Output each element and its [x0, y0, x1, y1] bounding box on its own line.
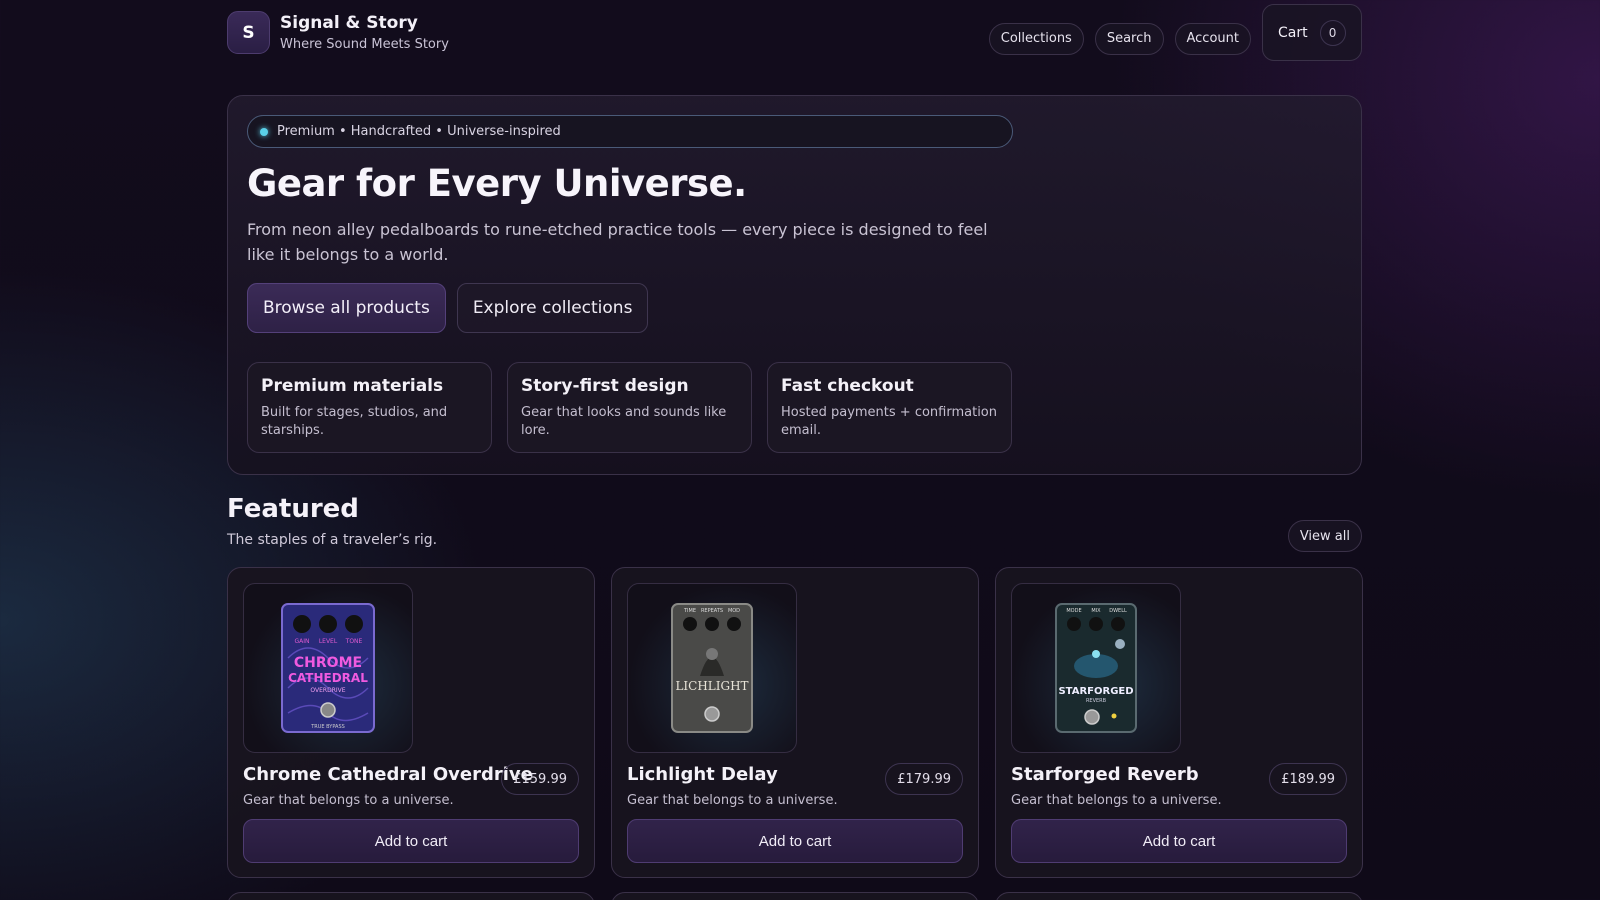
- add-to-cart-button[interactable]: Add to cart: [1011, 819, 1347, 863]
- product-name[interactable]: Lichlight Delay: [627, 764, 778, 785]
- status-dot-icon: [260, 127, 268, 136]
- hero-badge: Premium • Handcrafted • Universe-inspire…: [247, 115, 1013, 148]
- product-card: [611, 892, 979, 900]
- explore-collections-button[interactable]: Explore collections: [456, 283, 649, 333]
- svg-text:LICHLIGHT: LICHLIGHT: [675, 679, 748, 693]
- main-nav: Collections Search Account Cart 0: [988, 4, 1362, 61]
- svg-text:REVERB: REVERB: [1086, 698, 1107, 704]
- svg-text:MIX: MIX: [1091, 608, 1101, 614]
- brand-name[interactable]: Signal & Story: [280, 13, 418, 33]
- brand-tagline: Where Sound Meets Story: [280, 37, 449, 52]
- view-all-button[interactable]: View all: [1287, 520, 1362, 552]
- price-badge: £189.99: [1269, 763, 1347, 795]
- svg-text:CHROME: CHROME: [294, 655, 362, 671]
- product-card: GAIN LEVEL TONE CHROME CATHEDRAL OVERDRI…: [227, 567, 595, 878]
- feature-title: Fast checkout: [781, 376, 914, 396]
- logo-badge[interactable]: S: [227, 11, 270, 54]
- hero-panel: Premium • Handcrafted • Universe-inspire…: [227, 95, 1362, 475]
- product-image[interactable]: TIME REPEATS MOD LICHLIGHT: [627, 583, 797, 753]
- feature-card: Fast checkout Hosted payments + confirma…: [767, 362, 1012, 453]
- product-image[interactable]: MODE MIX DWELL STARFORGED REVERB: [1011, 583, 1181, 753]
- product-card: MODE MIX DWELL STARFORGED REVERB Starfor…: [995, 567, 1363, 878]
- product-tagline: Gear that belongs to a universe.: [1011, 793, 1222, 808]
- price-badge: £159.99: [501, 763, 579, 795]
- feature-list: Premium materials Built for stages, stud…: [247, 362, 1342, 453]
- feature-card: Story-first design Gear that looks and s…: [507, 362, 752, 453]
- cart-count-badge: 0: [1319, 19, 1346, 46]
- page: S Signal & Story Where Sound Meets Story…: [227, 0, 1363, 900]
- feature-title: Story-first design: [521, 376, 689, 396]
- feature-description: Gear that looks and sounds like lore.: [521, 405, 727, 438]
- add-to-cart-button[interactable]: Add to cart: [243, 819, 579, 863]
- feature-description: Hosted payments + confirmation email.: [781, 405, 997, 438]
- svg-text:CATHEDRAL: CATHEDRAL: [288, 671, 368, 685]
- delay-pedal-icon: TIME REPEATS MOD LICHLIGHT: [671, 603, 753, 733]
- cart-button[interactable]: Cart 0: [1262, 4, 1362, 61]
- feature-description: Built for stages, studios, and starships…: [261, 405, 448, 438]
- svg-text:TIME: TIME: [683, 608, 696, 614]
- product-grid-next-row: [227, 892, 1363, 900]
- hero-badge-text: Premium • Handcrafted • Universe-inspire…: [277, 124, 561, 139]
- product-tagline: Gear that belongs to a universe.: [627, 793, 838, 808]
- add-to-cart-button[interactable]: Add to cart: [627, 819, 963, 863]
- svg-text:STARFORGED: STARFORGED: [1058, 686, 1133, 697]
- featured-title: Featured: [227, 494, 359, 524]
- hero-description: From neon alley pedalboards to rune-etch…: [247, 220, 988, 264]
- feature-title: Premium materials: [261, 376, 444, 396]
- product-card: [995, 892, 1363, 900]
- browse-products-button[interactable]: Browse all products: [247, 283, 446, 333]
- svg-text:GAIN: GAIN: [294, 638, 309, 645]
- product-name[interactable]: Starforged Reverb: [1011, 764, 1199, 785]
- hero-title: Gear for Every Universe.: [247, 162, 747, 205]
- svg-text:OVERDRIVE: OVERDRIVE: [310, 687, 345, 694]
- hero-actions: Browse all products Explore collections: [247, 283, 1342, 333]
- feature-card: Premium materials Built for stages, stud…: [247, 362, 492, 453]
- svg-text:TONE: TONE: [345, 638, 363, 645]
- product-grid: GAIN LEVEL TONE CHROME CATHEDRAL OVERDRI…: [227, 567, 1363, 878]
- featured-subtitle: The staples of a traveler’s rig.: [227, 532, 438, 548]
- overdrive-pedal-icon: GAIN LEVEL TONE CHROME CATHEDRAL OVERDRI…: [281, 603, 375, 733]
- product-name[interactable]: Chrome Cathedral Overdrive: [243, 764, 533, 785]
- product-tagline: Gear that belongs to a universe.: [243, 793, 454, 808]
- cart-label: Cart: [1278, 24, 1308, 41]
- nav-collections[interactable]: Collections: [988, 22, 1084, 55]
- svg-text:LEVEL: LEVEL: [319, 638, 338, 645]
- svg-text:REPEATS: REPEATS: [701, 608, 723, 614]
- nav-account[interactable]: Account: [1174, 22, 1251, 55]
- reverb-pedal-icon: MODE MIX DWELL STARFORGED REVERB: [1055, 603, 1137, 733]
- featured-header: Featured The staples of a traveler’s rig…: [227, 494, 1362, 554]
- nav-search[interactable]: Search: [1094, 22, 1164, 55]
- site-header: S Signal & Story Where Sound Meets Story…: [227, 0, 1362, 66]
- svg-text:MODE: MODE: [1066, 608, 1081, 614]
- product-card: TIME REPEATS MOD LICHLIGHT Lichlight Del…: [611, 567, 979, 878]
- product-image[interactable]: GAIN LEVEL TONE CHROME CATHEDRAL OVERDRI…: [243, 583, 413, 753]
- svg-text:DWELL: DWELL: [1109, 608, 1127, 614]
- svg-text:TRUE BYPASS: TRUE BYPASS: [310, 724, 345, 730]
- svg-text:MOD: MOD: [728, 608, 740, 614]
- price-badge: £179.99: [885, 763, 963, 795]
- product-card: [227, 892, 595, 900]
